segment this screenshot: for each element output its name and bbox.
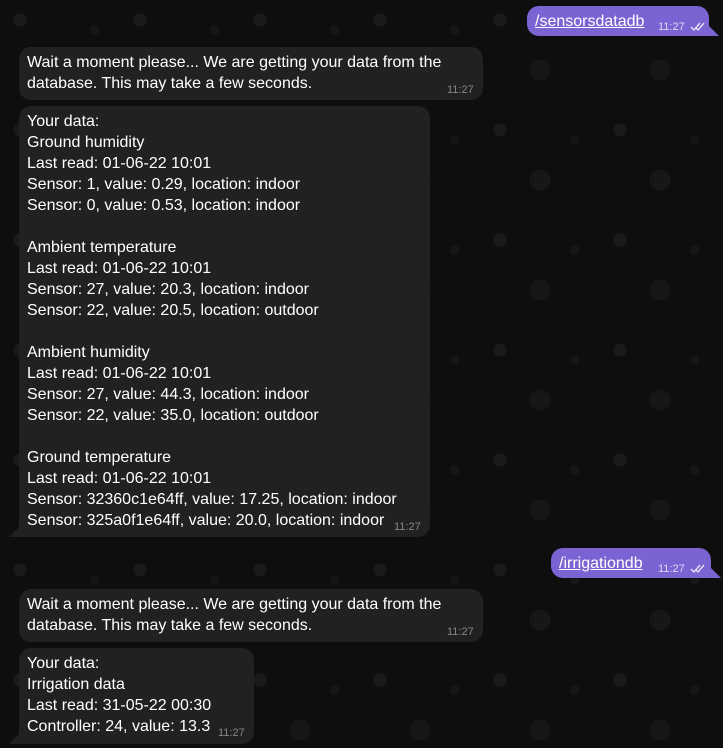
time-label: 11:27	[658, 563, 685, 575]
message-time: 11:27	[658, 563, 706, 575]
incoming-message[interactable]: Your data: Ground humidity Last read: 01…	[19, 106, 430, 537]
command-link[interactable]: /irrigationdb	[559, 555, 643, 572]
time-label: 11:27	[658, 21, 685, 33]
message-text: Wait a moment please... We are getting y…	[27, 596, 442, 634]
outgoing-bubble-tail	[711, 568, 721, 578]
message-time: 11:27	[447, 84, 474, 96]
message-time: 11:27	[394, 521, 421, 533]
outgoing-bubble-tail	[709, 26, 719, 36]
message-time: 11:27	[658, 21, 706, 33]
incoming-bubble-tail	[9, 527, 19, 537]
message-text: Wait a moment please... We are getting y…	[27, 54, 442, 92]
incoming-message[interactable]: Wait a moment please... We are getting y…	[19, 47, 483, 100]
command-link[interactable]: /sensorsdatadb	[535, 13, 644, 30]
double-check-icon	[690, 22, 705, 32]
message-text: Your data: Irrigation data Last read: 31…	[27, 655, 212, 735]
double-check-icon	[690, 564, 705, 574]
incoming-message[interactable]: Wait a moment please... We are getting y…	[19, 589, 483, 642]
message-time: 11:27	[447, 626, 474, 638]
message-time: 11:27	[218, 727, 245, 739]
message-text: Your data: Ground humidity Last read: 01…	[27, 113, 397, 529]
incoming-bubble-tail	[9, 734, 19, 744]
